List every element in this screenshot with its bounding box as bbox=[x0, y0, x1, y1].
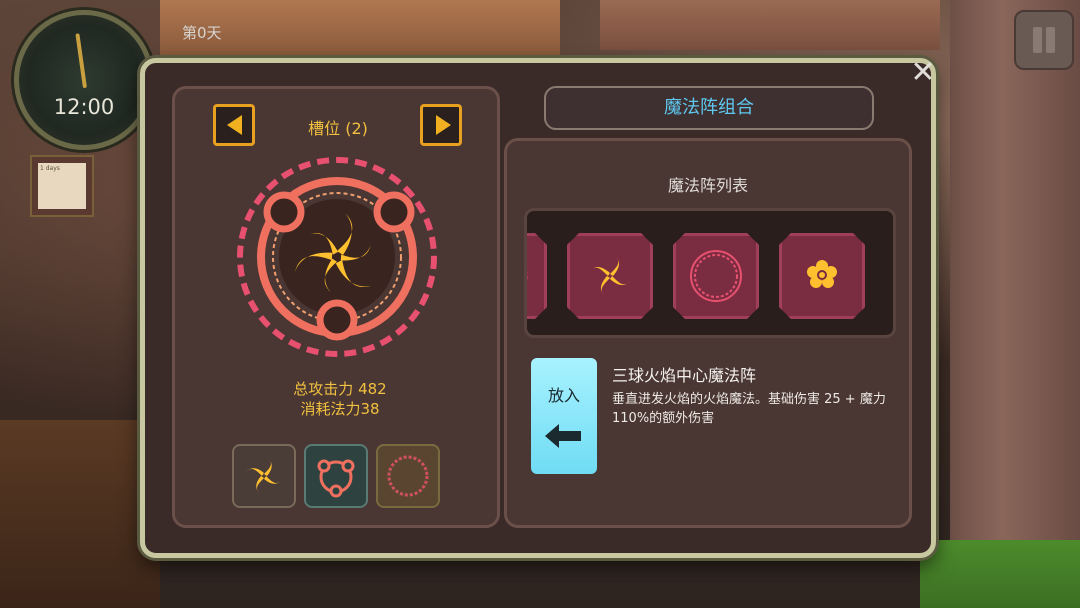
circle-tile-partial[interactable] bbox=[527, 233, 547, 319]
day-counter: 第0天 bbox=[182, 24, 222, 42]
mana-cost: 消耗法力38 bbox=[300, 400, 380, 418]
dialog-title: 魔法阵组合 bbox=[544, 86, 874, 130]
arrow-left-icon bbox=[545, 424, 581, 448]
equipped-slot-dashed[interactable] bbox=[376, 444, 440, 508]
circle-tile-flower[interactable] bbox=[779, 233, 865, 319]
background-wall bbox=[950, 0, 1080, 608]
prev-slot-button[interactable] bbox=[213, 104, 255, 146]
put-in-button[interactable]: 放入 bbox=[531, 358, 597, 474]
flower-icon bbox=[807, 260, 837, 288]
equipped-slot-pinwheel[interactable] bbox=[232, 444, 296, 508]
total-attack: 总攻击力 482 bbox=[293, 380, 387, 398]
background-grass bbox=[920, 540, 1080, 608]
dashed-circle-icon bbox=[387, 455, 429, 497]
note-paper: 1 days bbox=[38, 163, 86, 209]
circle-tile-pinwheel[interactable] bbox=[567, 233, 653, 319]
circle-list-title: 魔法阵列表 bbox=[667, 176, 748, 195]
clock-widget: 12:00 bbox=[14, 10, 154, 150]
clock-time: 12:00 bbox=[53, 95, 115, 119]
background-floor bbox=[0, 420, 160, 608]
circle-list-scroller[interactable] bbox=[524, 208, 896, 338]
circle-tile-dashed[interactable] bbox=[673, 233, 759, 319]
dashed-circle-icon bbox=[690, 250, 742, 302]
slot-label: 槽位 (2) bbox=[308, 119, 368, 138]
pinwheel-flame-icon bbox=[246, 458, 282, 494]
equipped-slot-triple-ring[interactable] bbox=[304, 444, 368, 508]
close-icon[interactable]: ✕ bbox=[906, 58, 940, 92]
partial-circle-icon bbox=[527, 252, 528, 300]
selected-circle-name: 三球火焰中心魔法阵 bbox=[612, 366, 757, 385]
pinwheel-flame-icon bbox=[590, 256, 630, 296]
put-in-label: 放入 bbox=[547, 386, 580, 405]
selected-circle-description: 垂直进发火焰的火焰魔法。基础伤害 25 + 魔力110%的额外伤害 bbox=[612, 392, 886, 426]
magic-circle-preview-icon bbox=[237, 157, 437, 357]
quest-note-button[interactable]: 1 days bbox=[30, 155, 94, 217]
triple-ring-frame-icon bbox=[317, 459, 355, 498]
clock-hand-icon bbox=[75, 33, 87, 89]
background-plank bbox=[600, 0, 940, 50]
next-slot-button[interactable] bbox=[420, 104, 462, 146]
pause-button[interactable] bbox=[1014, 10, 1074, 70]
